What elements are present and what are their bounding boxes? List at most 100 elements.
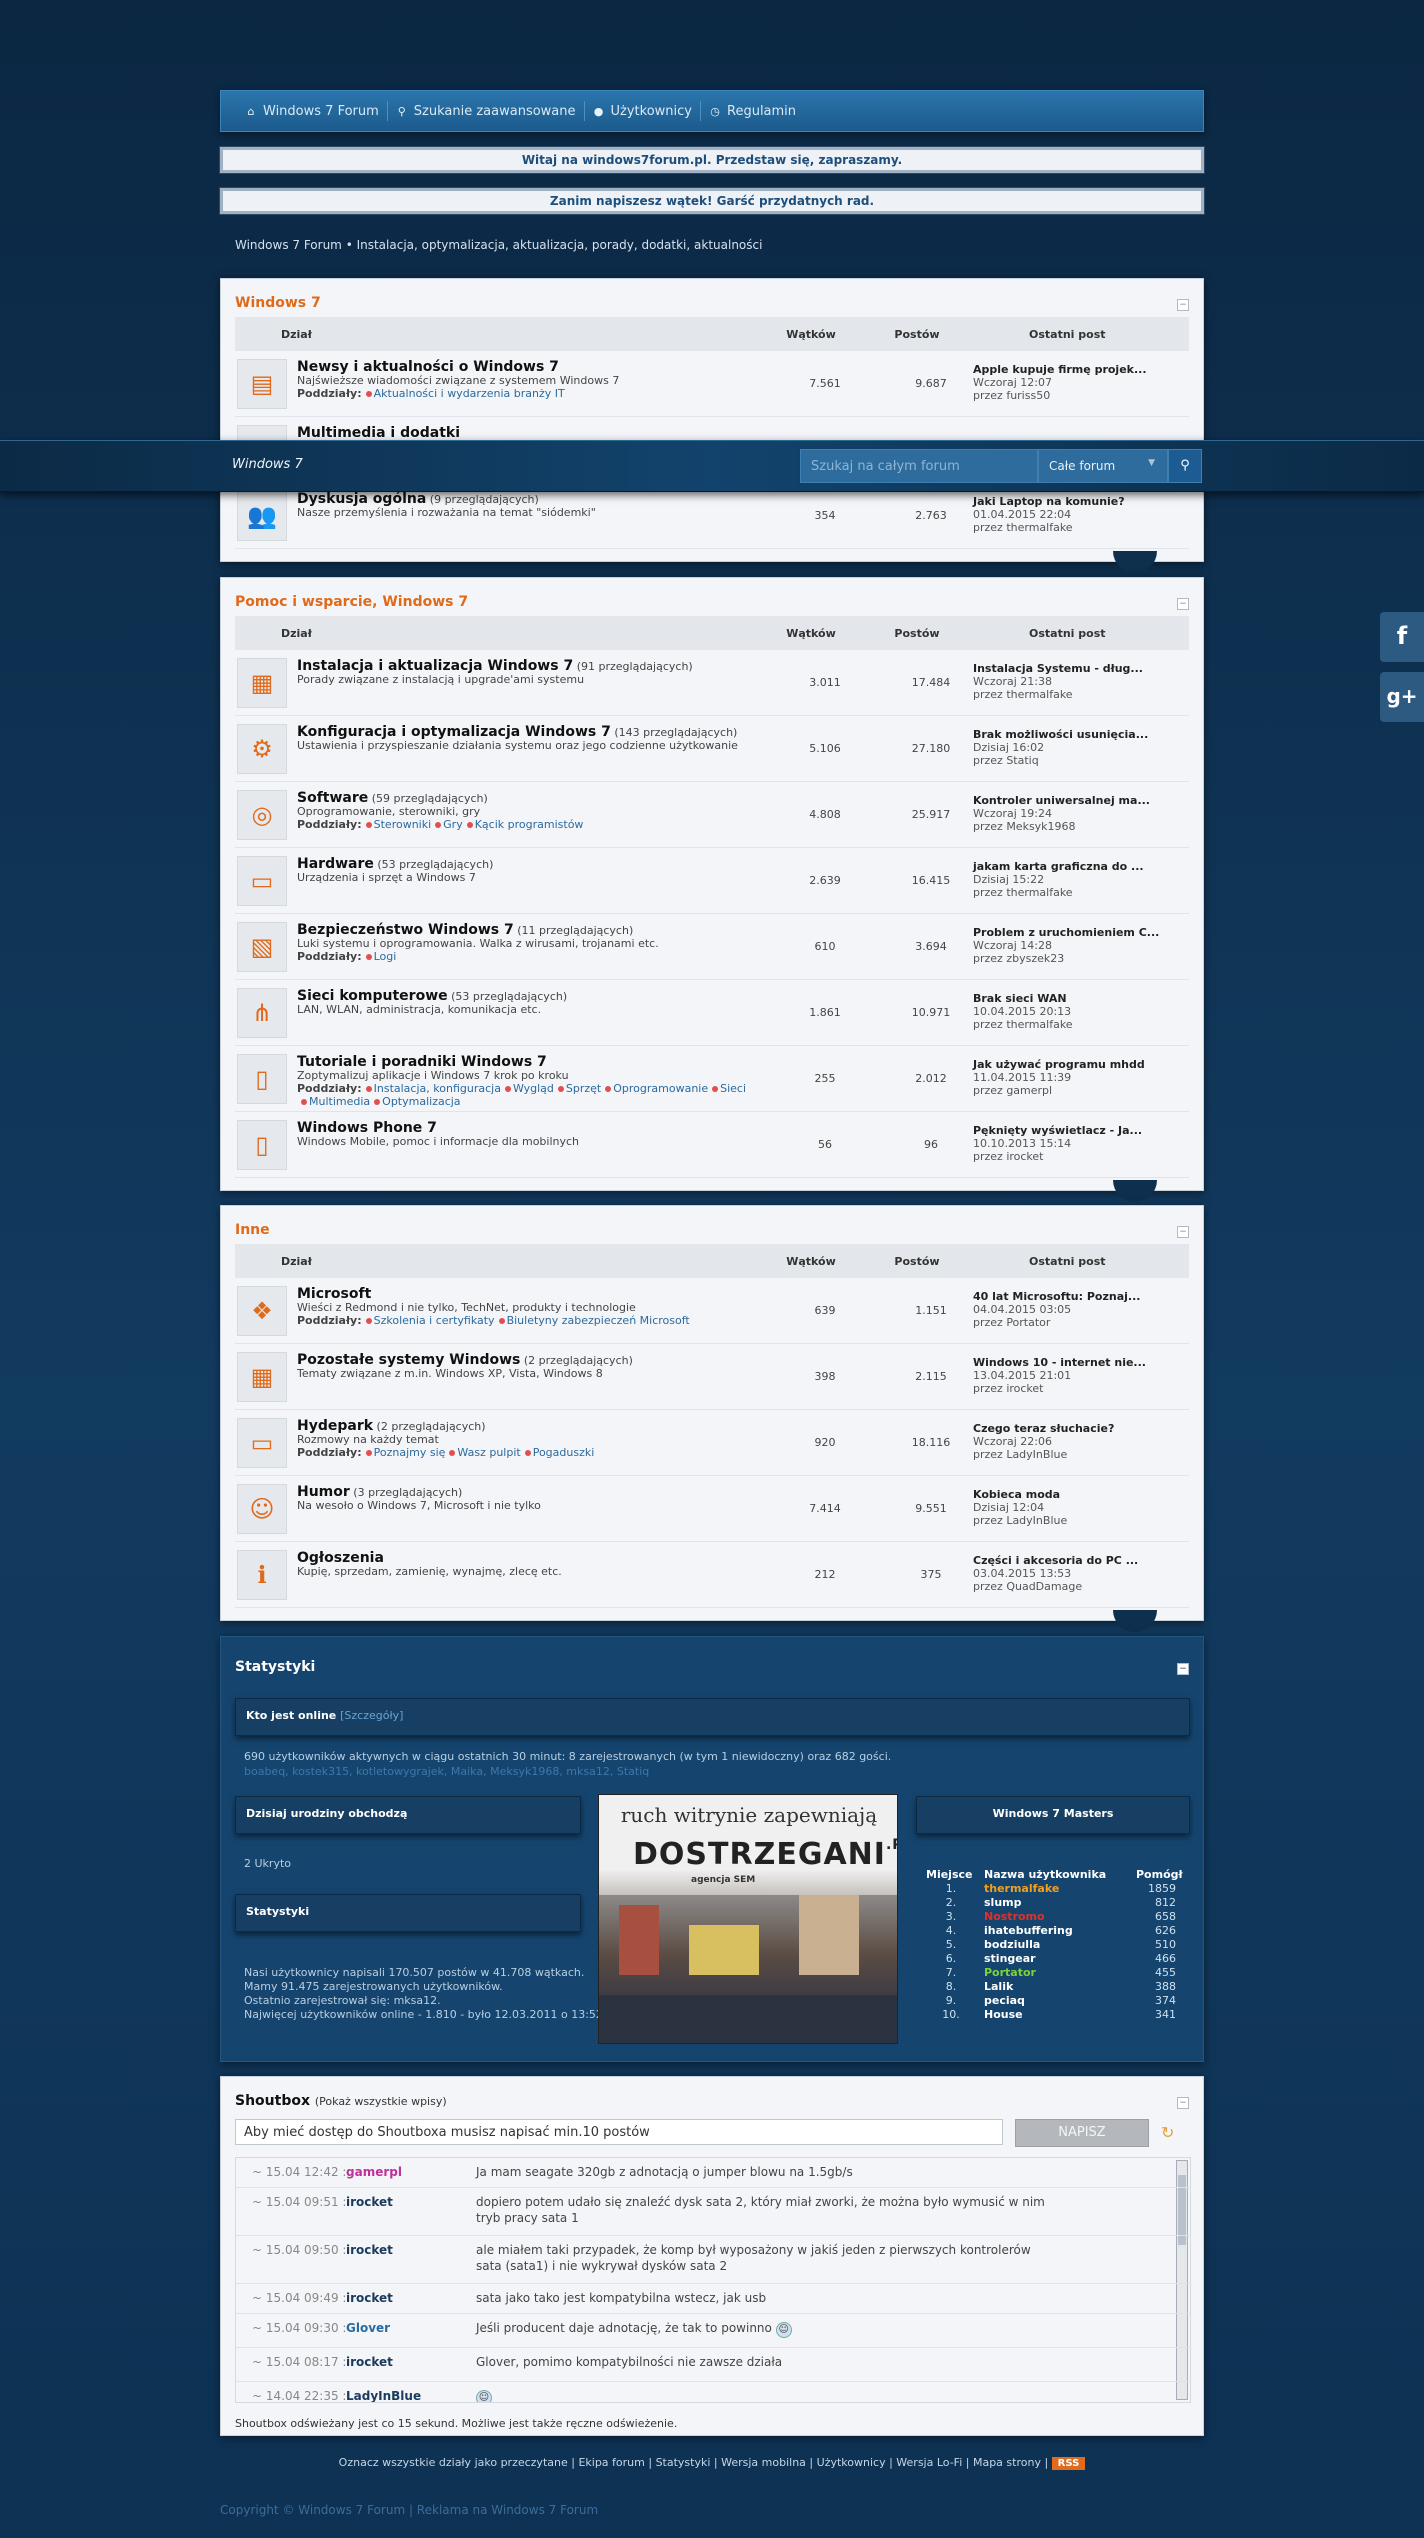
forum-title[interactable]: Windows Phone 7 [297, 1120, 437, 1136]
last-post-author[interactable]: przez thermalfake [973, 1018, 1073, 1031]
forum-icon[interactable]: ▭ [237, 855, 287, 906]
forum-icon[interactable]: ▯ [237, 1053, 287, 1104]
footer-link[interactable]: Wersja Lo-Fi [896, 2456, 962, 2469]
subforum-link[interactable]: Oprogramowanie [613, 1082, 708, 1095]
footer-link[interactable]: Statystyki [656, 2456, 711, 2469]
shout-user-link[interactable]: irocket [346, 2290, 393, 2306]
forum-icon[interactable]: ⚙ [237, 723, 287, 774]
subforum-link[interactable]: Sieci [720, 1082, 746, 1095]
footer-link[interactable]: Oznacz wszystkie działy jako przeczytane [339, 2456, 568, 2469]
forum-title[interactable]: Instalacja i aktualizacja Windows 7 [297, 658, 573, 674]
last-post-link[interactable]: 40 lat Microsoftu: Poznaj... [973, 1290, 1140, 1303]
subforum-link[interactable]: Sterowniki [374, 818, 432, 831]
forum-icon[interactable]: ▧ [237, 921, 287, 972]
last-post-link[interactable]: Czego teraz słuchacie? [973, 1422, 1114, 1435]
footer-link[interactable]: Użytkownicy [817, 2456, 886, 2469]
category-title[interactable]: Pomoc i wsparcie, Windows 7 [221, 578, 1203, 616]
subforum-link[interactable]: Sprzęt [566, 1082, 601, 1095]
shout-user-link[interactable]: irocket [346, 2242, 393, 2258]
category-title[interactable]: Windows 7 [221, 279, 1203, 317]
forum-icon[interactable]: ☺ [237, 1483, 287, 1534]
subforum-link[interactable]: Instalacja, konfiguracja [374, 1082, 501, 1095]
subforum-link[interactable]: Optymalizacja [382, 1095, 460, 1108]
last-post-author[interactable]: przez QuadDamage [973, 1580, 1138, 1593]
subforum-link[interactable]: Kącik programistów [475, 818, 584, 831]
subforum-link[interactable]: Multimedia [309, 1095, 370, 1108]
shout-user-link[interactable]: gamerpl [346, 2164, 402, 2180]
google-plus-button[interactable]: g+ [1380, 672, 1424, 722]
last-post-link[interactable]: Kontroler uniwersalnej ma... [973, 794, 1150, 807]
forum-title[interactable]: Tutoriale i poradniki Windows 7 [297, 1054, 547, 1070]
forum-title[interactable]: Multimedia i dodatki [297, 425, 460, 441]
subforum-link[interactable]: Gry [443, 818, 463, 831]
forum-title[interactable]: Sieci komputerowe [297, 988, 448, 1004]
subforum-link[interactable]: Wygląd [513, 1082, 554, 1095]
last-post-author[interactable]: przez irocket [973, 1382, 1146, 1395]
footer-link[interactable]: Wersja mobilna [721, 2456, 806, 2469]
last-post-link[interactable]: Pęknięty wyświetlacz - Ja... [973, 1124, 1142, 1137]
footer-link[interactable]: Ekipa forum [578, 2456, 644, 2469]
collapse-icon[interactable]: − [1177, 1663, 1189, 1675]
forum-icon[interactable]: ▤ [237, 358, 287, 409]
subforum-link[interactable]: Pogaduszki [533, 1446, 595, 1459]
last-post-link[interactable]: Jaki Laptop na komunie? [973, 495, 1125, 508]
master-user-link[interactable]: Lalik [976, 1980, 1136, 1994]
collapse-icon[interactable]: − [1177, 2097, 1189, 2109]
breadcrumb[interactable]: Windows 7 Forum • Instalacja, optymaliza… [235, 238, 762, 252]
site-logo[interactable]: Windows 7 [232, 457, 303, 472]
last-post-author[interactable]: przez Statiq [973, 754, 1148, 767]
forum-title[interactable]: Software [297, 790, 368, 806]
category-title[interactable]: Inne [221, 1206, 1203, 1244]
tips-notice[interactable]: Zanim napiszesz wątek! Garść przydatnych… [219, 187, 1205, 215]
subforum-link[interactable]: Poznajmy się [374, 1446, 446, 1459]
master-user-link[interactable]: ihatebuffering [976, 1924, 1136, 1938]
last-post-author[interactable]: przez Meksyk1968 [973, 820, 1150, 833]
search-button[interactable]: ⚲ [1168, 449, 1202, 483]
subforum-link[interactable]: Aktualności i wydarzenia branży IT [374, 387, 565, 400]
nav-home[interactable]: ⌂ Windows 7 Forum [237, 101, 388, 121]
last-post-link[interactable]: jakam karta graficzna do ... [973, 860, 1144, 873]
search-scope-select[interactable]: Całe forum ▼ [1038, 449, 1168, 483]
shout-user-link[interactable]: LadyInBlue [346, 2388, 421, 2402]
forum-title[interactable]: Dyskusja ogólna [297, 491, 426, 507]
facebook-button[interactable]: f [1380, 612, 1424, 662]
forum-title[interactable]: Newsy i aktualności o Windows 7 [297, 359, 559, 375]
master-user-link[interactable]: thermalfake [976, 1882, 1136, 1896]
footer-link[interactable]: Mapa strony [973, 2456, 1041, 2469]
last-post-link[interactable]: Apple kupuje firmę projek... [973, 363, 1147, 376]
last-post-link[interactable]: Instalacja Systemu - dług... [973, 662, 1143, 675]
last-post-link[interactable]: Brak sieci WAN [973, 992, 1067, 1005]
last-post-link[interactable]: Windows 10 - internet nie... [973, 1356, 1146, 1369]
shoutbox-input[interactable]: Aby mieć dostęp do Shoutboxa musisz napi… [235, 2119, 1003, 2145]
online-users-list[interactable]: boabeq, kostek315, kotletowygrajek, Maik… [244, 1765, 649, 1779]
forum-icon[interactable]: ▯ [237, 1119, 287, 1170]
forum-title[interactable]: Microsoft [297, 1286, 371, 1302]
forum-title[interactable]: Bezpieczeństwo Windows 7 [297, 922, 514, 938]
master-user-link[interactable]: Nostromo [976, 1910, 1136, 1924]
search-input[interactable]: Szukaj na całym forum [800, 449, 1038, 483]
master-user-link[interactable]: Portator [976, 1966, 1136, 1980]
advertisement-banner[interactable]: ruch witrynie zapewniają DOSTRZEGANI.PL … [598, 1794, 898, 2044]
last-post-author[interactable]: przez gamerpl [973, 1084, 1145, 1097]
forum-title[interactable]: Pozostałe systemy Windows [297, 1352, 520, 1368]
last-post-author[interactable]: przez LadyInBlue [973, 1514, 1067, 1527]
forum-icon[interactable]: ▦ [237, 657, 287, 708]
forum-icon[interactable]: ▦ [237, 1351, 287, 1402]
last-post-link[interactable]: Brak możliwości usunięcia... [973, 728, 1148, 741]
forum-title[interactable]: Hydepark [297, 1418, 373, 1434]
last-post-author[interactable]: przez thermalfake [973, 886, 1144, 899]
show-all-link[interactable]: (Pokaż wszystkie wpisy) [315, 2095, 447, 2108]
shoutbox-submit-button[interactable]: NAPISZ [1015, 2119, 1149, 2147]
online-details-link[interactable]: [Szczegóły] [340, 1709, 403, 1722]
refresh-icon[interactable]: ↻ [1161, 2123, 1174, 2142]
last-post-link[interactable]: Kobieca moda [973, 1488, 1060, 1501]
last-post-link[interactable]: Jak używać programu mhdd [973, 1058, 1145, 1071]
shout-user-link[interactable]: irocket [346, 2354, 393, 2370]
subforum-link[interactable]: Biuletyny zabezpieczeń Microsoft [507, 1314, 690, 1327]
forum-icon[interactable]: ◎ [237, 789, 287, 840]
nav-advanced-search[interactable]: ⚲ Szukanie zaawansowane [388, 101, 585, 121]
forum-icon[interactable]: ▭ [237, 1417, 287, 1468]
shout-user-link[interactable]: Glover [346, 2320, 390, 2336]
subforum-link[interactable]: Logi [374, 950, 397, 963]
subforum-link[interactable]: Szkolenia i certyfikaty [374, 1314, 495, 1327]
